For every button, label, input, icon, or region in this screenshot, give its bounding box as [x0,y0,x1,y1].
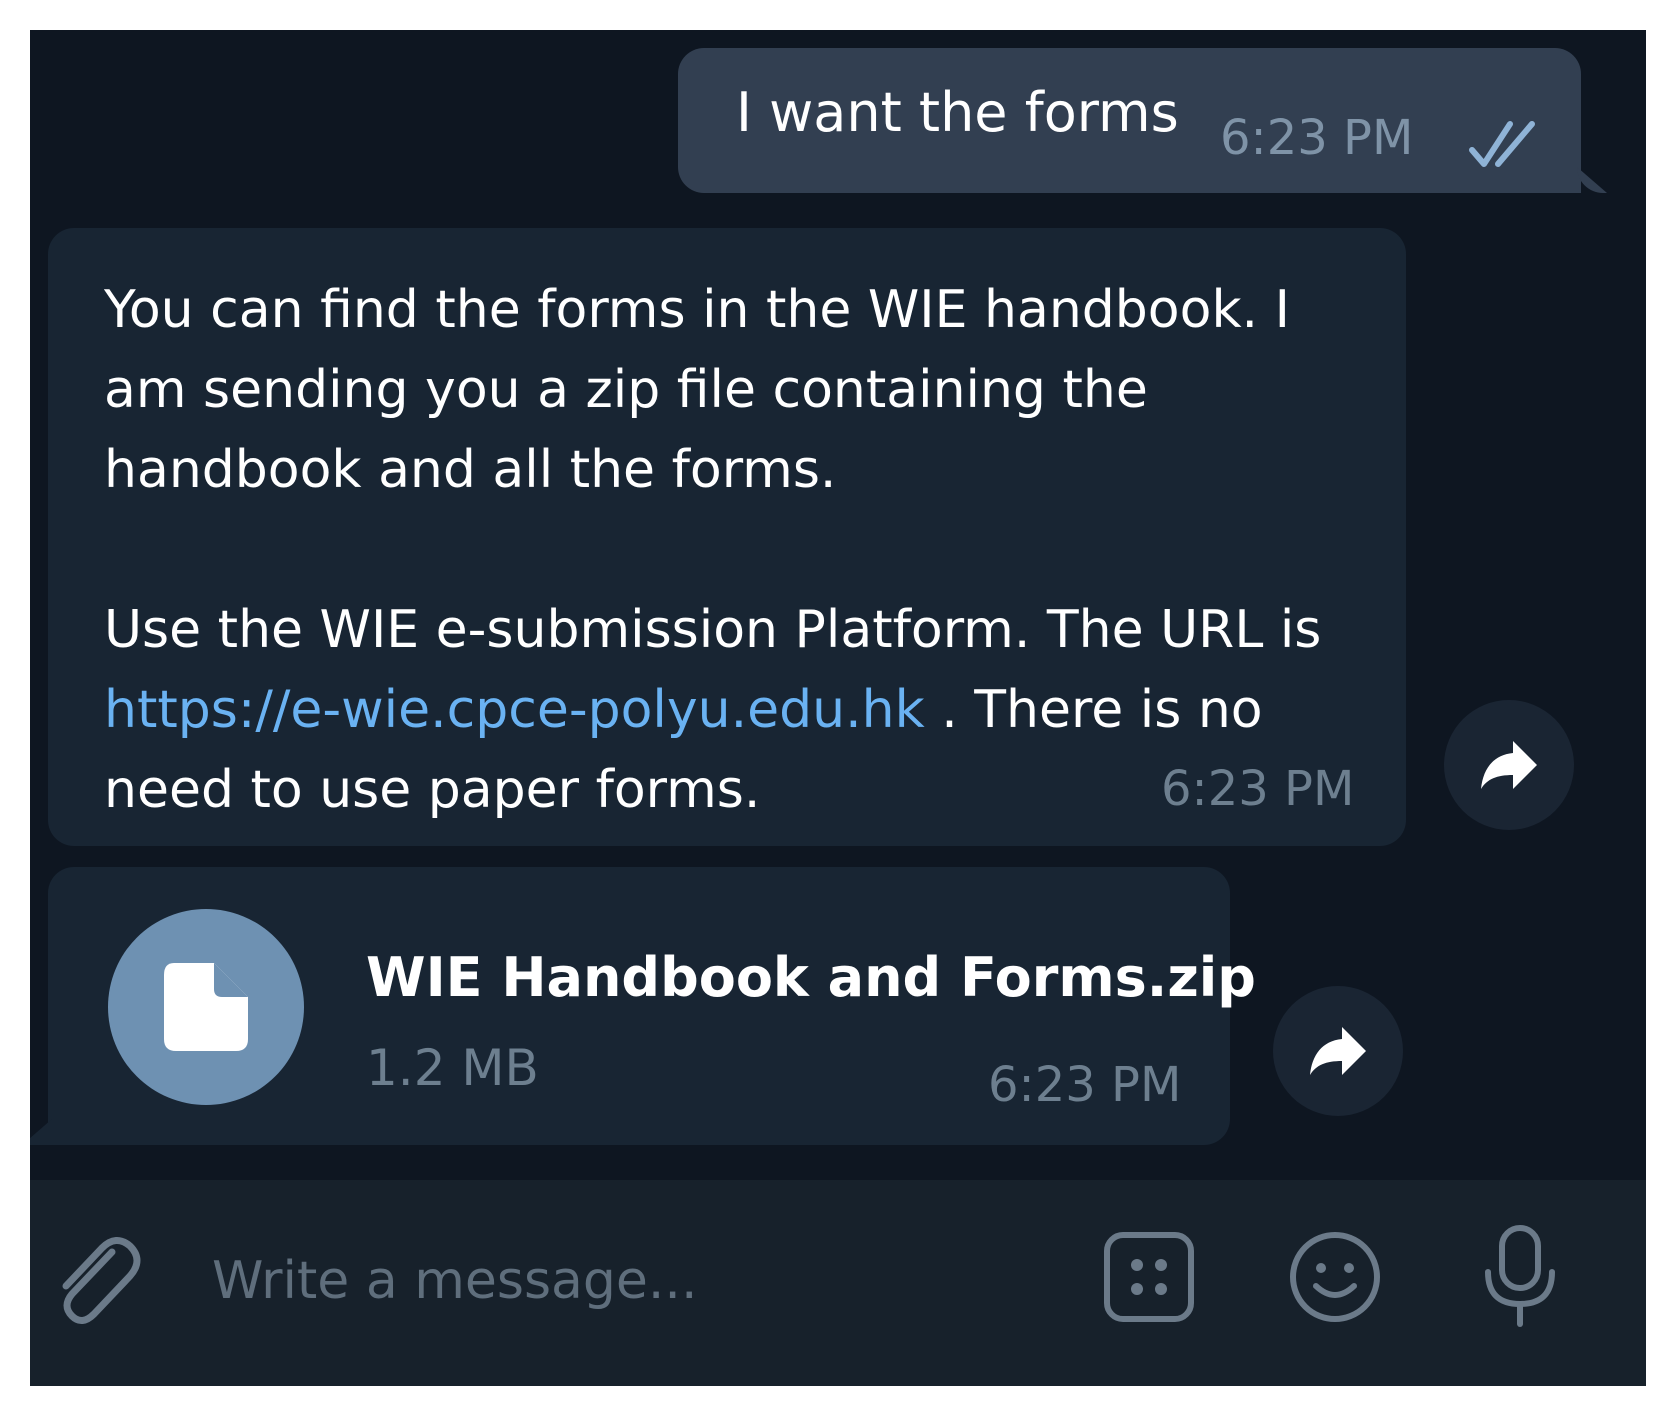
incoming-message-text: You can find the forms in the WIE handbo… [104,270,1364,830]
microphone-icon[interactable] [1480,1224,1560,1328]
share-arrow-icon [1310,1027,1366,1075]
url-link[interactable]: https://e-wie.cpce-polyu.edu.hk [104,680,925,740]
forward-button[interactable] [1273,986,1403,1116]
outgoing-message-text: I want the forms [736,81,1179,144]
message-paragraph: You can find the forms in the WIE handbo… [104,280,1290,500]
chat-window: I want the forms 6:23 PM You can find th… [30,30,1646,1386]
paperclip-icon[interactable] [44,1232,144,1332]
file-message-time: 6:23 PM [988,1057,1182,1113]
incoming-file-message[interactable]: WIE Handbook and Forms.zip 1.2 MB 6:23 P… [48,867,1256,1145]
double-check-icon [1469,121,1535,167]
forward-button[interactable] [1444,700,1574,830]
file-icon [164,963,248,1051]
file-download-button[interactable] [108,909,304,1105]
message-text: Use the WIE e-submission Platform. The U… [104,600,1322,660]
file-name[interactable]: WIE Handbook and Forms.zip [366,951,1256,1005]
file-size: 1.2 MB [366,1039,539,1097]
incoming-message-time: 6:23 PM [1161,761,1355,817]
emoji-icon[interactable] [1288,1230,1382,1324]
message-input[interactable] [210,1230,1034,1332]
outgoing-message[interactable]: I want the forms 6:23 PM [678,48,1581,193]
incoming-message[interactable]: You can find the forms in the WIE handbo… [48,228,1406,846]
message-list: I want the forms 6:23 PM You can find th… [30,30,1646,1190]
share-arrow-icon [1481,741,1537,789]
outgoing-message-time: 6:23 PM [1220,110,1414,166]
message-composer [30,1180,1646,1386]
bot-commands-icon[interactable] [1102,1230,1196,1324]
